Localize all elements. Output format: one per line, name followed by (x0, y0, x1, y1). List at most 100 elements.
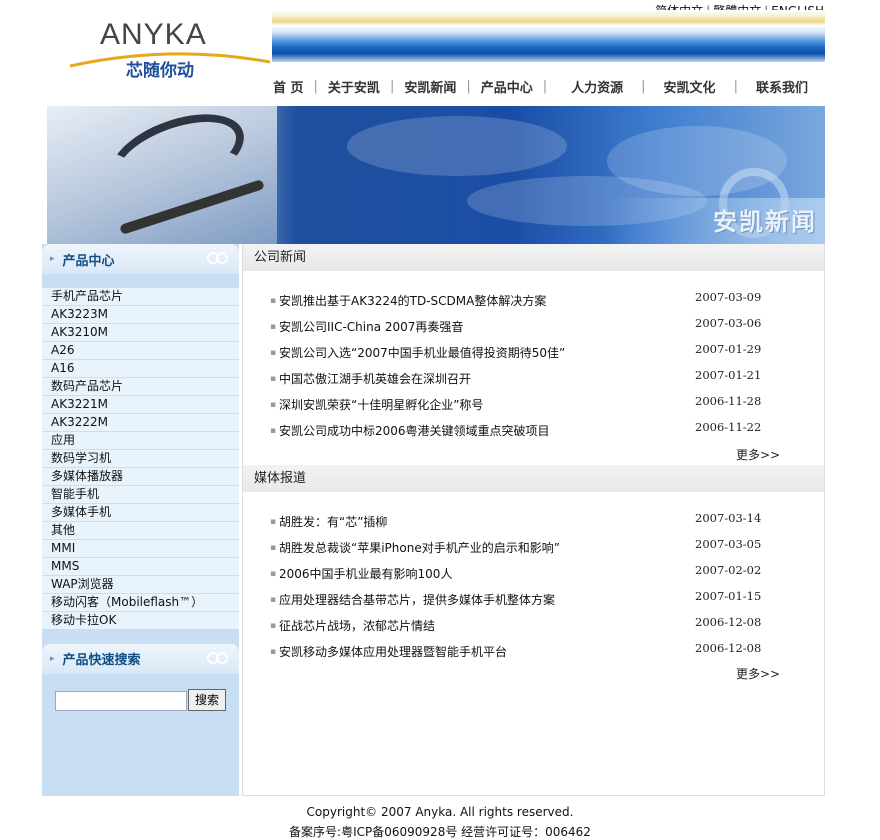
news-title-link[interactable]: 安凯公司成功中标2006粤港关键领域重点突破项目 (279, 424, 550, 438)
left-sidebar: ▸ 产品中心 手机产品芯片 AK3223M AK3210M A26 A16 数码产品芯片 A… (42, 244, 239, 796)
company-logo[interactable]: ANYKA 芯随你动 (70, 16, 270, 86)
product-list: 手机产品芯片 AK3223M AK3210M A26 A16 数码产品芯片 AK3221M A… (42, 288, 239, 630)
bullet-icon: ▪ (270, 569, 277, 579)
news-date: 2007-03-14 (695, 511, 762, 525)
nav-home[interactable]: 首 页 (273, 77, 304, 96)
nav-products[interactable]: 产品中心 (481, 77, 533, 96)
company-news-header: 公司新闻 (243, 244, 824, 271)
rings-icon (207, 252, 229, 264)
product-list-item[interactable]: 移动卡拉OK (42, 611, 239, 630)
nav-news[interactable]: 安凯新闻 (404, 77, 456, 96)
product-list-item[interactable]: 其他 (42, 521, 239, 540)
product-list-item[interactable]: 数码产品芯片 (42, 377, 239, 396)
product-list-item[interactable]: A26 (42, 341, 239, 360)
icp-text: 备案序号:粤ICP备06090928号 经营许可证号：006462 (289, 825, 591, 839)
news-date: 2007-01-29 (695, 342, 762, 356)
bullet-icon: ▪ (270, 595, 277, 605)
news-date: 2007-01-21 (695, 368, 762, 382)
section-divider (42, 733, 239, 746)
news-title-link[interactable]: 征战芯片战场，浓郁芯片情结 (279, 619, 435, 633)
news-date: 2006-11-22 (695, 420, 762, 434)
news-date: 2007-01-15 (695, 589, 762, 603)
news-title-link[interactable]: 安凯公司IIC-China 2007再奏强音 (279, 320, 463, 334)
footer: Copyright© 2007 Anyka. All rights reserv… (0, 802, 880, 840)
nav-separator: | (542, 78, 548, 94)
product-list-item[interactable]: AK3223M (42, 305, 239, 324)
rings-icon (207, 651, 229, 664)
nav-separator: | (466, 78, 471, 94)
news-title-link[interactable]: 安凯公司入选“2007中国手机业最值得投资期待50佳” (279, 346, 565, 360)
cloud (347, 116, 567, 176)
product-list-item[interactable]: 数码学习机 (42, 449, 239, 468)
nav-about[interactable]: 关于安凯 (328, 77, 380, 96)
product-list-item[interactable]: 应用 (42, 431, 239, 450)
logo-wordmark: ANYKA (100, 18, 207, 51)
product-list-item[interactable]: AK3210M (42, 323, 239, 342)
products-title: 产品中心 (62, 253, 115, 269)
section-divider (42, 629, 239, 642)
product-list-item[interactable]: MMI (42, 539, 239, 558)
nav-contact[interactable]: 联系我们 (756, 77, 808, 96)
news-title-link[interactable]: 胡胜发：有“芯”插柳 (279, 515, 387, 529)
news-title-link[interactable]: 2006中国手机业最有影响100人 (279, 567, 452, 581)
bullet-icon: ▪ (270, 348, 277, 358)
news-date: 2007-02-02 (695, 563, 762, 577)
news-date: 2007-03-05 (695, 537, 762, 551)
bullet-icon: ▪ (270, 400, 277, 410)
news-title-link[interactable]: 中国芯傲江湖手机英雄会在深圳召开 (279, 372, 471, 386)
product-list-item[interactable]: AK3221M (42, 395, 239, 414)
media-news-list: ▪ 胡胜发：有“芯”插柳 2007-03-14 ▪ 胡胜发总裁谈“苹果iPhone对手机… (243, 492, 824, 668)
news-date: 2006-12-08 (695, 615, 762, 629)
bullet-icon: ▪ (270, 621, 277, 631)
product-list-item[interactable]: 智能手机 (42, 485, 239, 504)
news-date: 2006-12-08 (695, 641, 762, 655)
bullet-icon: ▪ (270, 647, 277, 657)
main-content: 公司新闻 ▪ 安凯推出基于AK3224的TD-SCDMA整体解决方案 2007-03… (242, 244, 825, 796)
bullet-icon: ▪ (270, 543, 277, 553)
nav-culture[interactable]: 安凯文化 (664, 77, 716, 96)
search-input[interactable] (55, 690, 187, 711)
company-news-more-link[interactable]: 更多>> (736, 446, 780, 463)
hero-title: 安凯新闻 (713, 207, 817, 236)
product-list-item[interactable]: A16 (42, 359, 239, 378)
news-title-link[interactable]: 应用处理器结合基带芯片，提供多媒体手机整体方案 (279, 593, 555, 607)
news-item: ▪ 安凯公司成功中标2006粤港关键领域重点突破项目 2006-11-22 (270, 420, 824, 447)
nav-separator: | (313, 78, 318, 94)
product-list-item[interactable]: MMS (42, 557, 239, 576)
nav-hr[interactable]: 人力资源 (571, 77, 623, 96)
copyright-text: Copyright© 2007 Anyka. All rights reserv… (306, 805, 574, 819)
product-list-item[interactable]: WAP浏览器 (42, 575, 239, 594)
product-list-item[interactable]: AK3222M (42, 413, 239, 432)
news-title-link[interactable]: 安凯移动多媒体应用处理器暨智能手机平台 (279, 645, 507, 659)
company-news-list: ▪ 安凯推出基于AK3224的TD-SCDMA整体解决方案 2007-03-09 ▪ 安… (243, 271, 824, 447)
product-list-item[interactable]: 多媒体手机 (42, 503, 239, 522)
nav-separator: | (733, 78, 738, 94)
news-title-link[interactable]: 深圳安凯荣获“十佳明星孵化企业”称号 (279, 398, 483, 412)
nav-separator: | (389, 78, 395, 94)
search-title: 产品快速搜索 (62, 653, 141, 669)
media-news-header: 媒体报道 (243, 465, 824, 492)
nav-separator: | (641, 78, 646, 94)
bullet-icon: ▪ (270, 374, 277, 384)
main-nav: 首 页 | 关于安凯 | 安凯新闻 | 产品中心 | 人力资源 | 安凯文化 |… (272, 77, 825, 96)
header-stripe (272, 10, 825, 62)
news-title-link[interactable]: 安凯推出基于AK3224的TD-SCDMA整体解决方案 (279, 294, 546, 308)
search-header: ▸ 产品快速搜索 (42, 643, 239, 674)
bullet-icon: ▪ (270, 296, 277, 306)
product-list-item[interactable]: 移动闪客（Mobileflash™） (42, 593, 239, 612)
product-list-item[interactable]: 手机产品芯片 (42, 288, 239, 306)
bullet-icon: ▪ (270, 426, 277, 436)
arrow-icon: ▸ (50, 254, 55, 264)
hero-banner: 安凯新闻 (47, 106, 825, 244)
bullet-icon: ▪ (270, 517, 277, 527)
media-news-more-link[interactable]: 更多>> (736, 665, 780, 682)
news-date: 2007-03-09 (695, 290, 762, 304)
product-list-item[interactable]: 多媒体播放器 (42, 467, 239, 486)
news-date: 2006-11-28 (695, 394, 762, 408)
bullet-icon: ▪ (270, 322, 277, 332)
news-date: 2007-03-06 (695, 316, 762, 330)
logo-slogan: 芯随你动 (126, 61, 194, 81)
news-title-link[interactable]: 胡胜发总裁谈“苹果iPhone对手机产业的启示和影响” (279, 541, 560, 555)
search-box: 搜索 (42, 674, 239, 734)
search-button[interactable]: 搜索 (188, 688, 226, 711)
